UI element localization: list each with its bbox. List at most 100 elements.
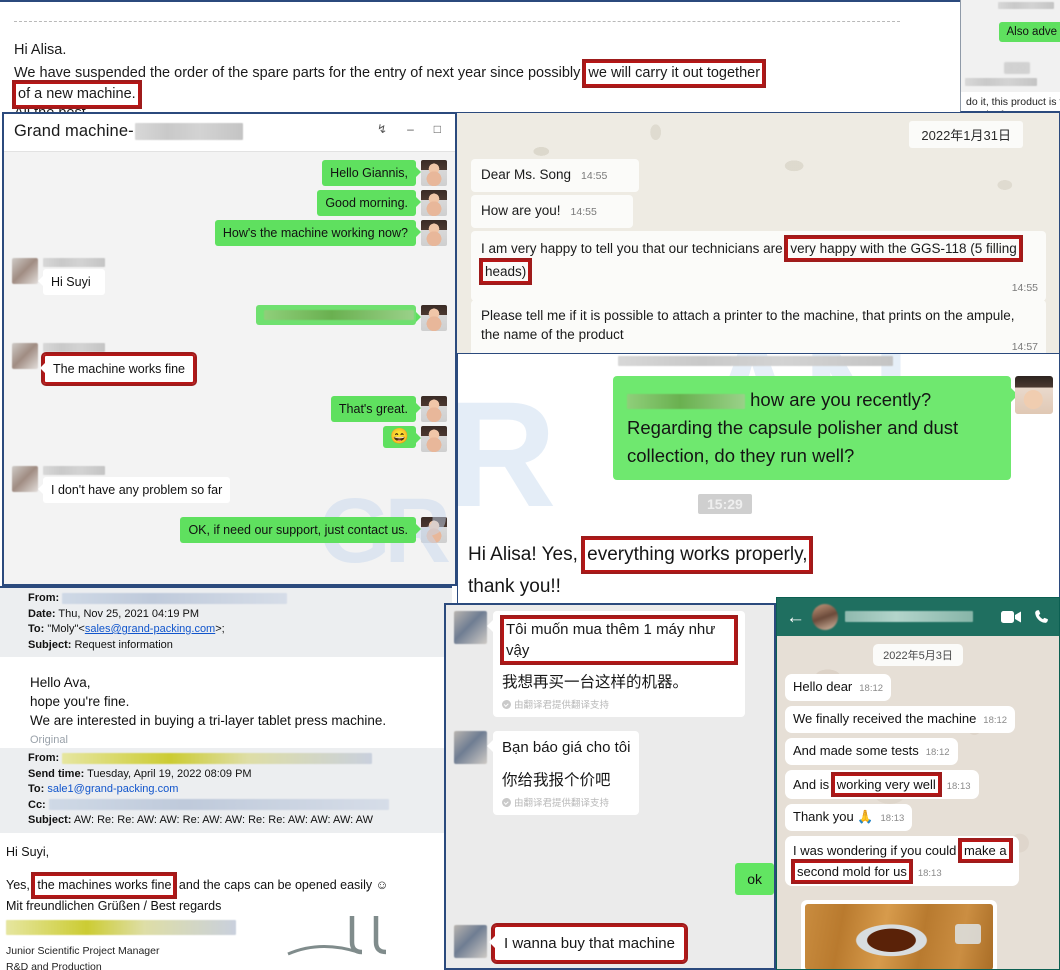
subject-line: Subject: AW: Re: Re: AW: AW: Re: AW: AW:… — [28, 814, 373, 826]
product-photo — [805, 904, 993, 969]
chat-row: I don't have any problem so far — [4, 466, 455, 503]
email-link[interactable]: sales@grand-packing.com — [85, 623, 215, 635]
original-text: I wanna buy that machine — [504, 935, 675, 952]
wa-bubble: Hello dear 18:12 — [785, 674, 892, 701]
chat-bubble-incoming: Hi Suyi — [38, 269, 105, 295]
chat-row — [4, 305, 455, 331]
email-body-1: Hello Ava, hope you're fine. We are inte… — [0, 657, 452, 734]
chat-row: That's great. — [4, 396, 455, 422]
highlight-works-properly: everything works properly, — [581, 536, 814, 574]
highlight-heads: heads) — [478, 258, 533, 285]
translation-row: I wanna buy that machine — [446, 919, 774, 964]
contact-name — [845, 608, 994, 626]
sig-role: Junior Scientific Project Manager — [6, 944, 160, 957]
translation-bubble: Tôi muốn mua thêm 1 máy như vậy 我想再买一台这样… — [487, 611, 745, 717]
redacted-cc-address — [48, 799, 389, 811]
chat-bubble-outgoing: OK, if need our support, just contact us… — [180, 517, 421, 543]
bubble-text-part-a: I am very happy to tell you that our tec… — [481, 241, 787, 256]
avatar — [421, 305, 447, 331]
bubble-text: And made some tests — [793, 743, 919, 758]
avatar — [421, 426, 447, 452]
original-message-marker: Original — [30, 734, 68, 746]
email-header-2: From: Send time: Tuesday, April 19, 2022… — [0, 748, 452, 833]
redacted-signature-name — [6, 919, 236, 935]
redacted-sender-name — [43, 466, 105, 475]
video-camera-icon[interactable] — [1001, 610, 1021, 624]
bubble-time: 18:12 — [925, 747, 950, 758]
chat-row: OK, if need our support, just contact us… — [4, 517, 455, 543]
bubble-time: 14:55 — [570, 206, 597, 218]
body1-line-1: Hello Ava, — [30, 675, 91, 690]
chat-bubble-incoming-highlight: The machine works fine — [39, 352, 198, 386]
sliver-topbar — [961, 0, 1060, 10]
sliver-timestamp: 3:20 — [1004, 62, 1030, 74]
time-separator: 15:29 — [698, 494, 752, 514]
email-divider — [14, 21, 900, 22]
translation-credit: 由翻译君提供翻译支持 — [502, 795, 630, 809]
sig-dept: R&D and Production — [6, 960, 102, 970]
top-email-body: Hi Alisa. We have suspended the order of… — [12, 40, 952, 112]
contact-avatar[interactable] — [812, 604, 838, 630]
sliver-white-bubble: do it, this product is the result of our… — [961, 92, 1060, 111]
bubble-text: Thank you 🙏 — [793, 809, 874, 824]
chat-row: How's the machine working now? — [4, 220, 455, 246]
chat-row: Hello Giannis, — [4, 160, 455, 186]
check-icon — [502, 699, 511, 709]
phone-icon[interactable] — [1034, 609, 1050, 625]
redacted-contact-name — [134, 123, 243, 141]
chat-bubble-outgoing: That's great. — [330, 396, 422, 422]
translated-text: 我想再买一台这样的机器。 — [502, 674, 689, 691]
chat-titlebar: Grand machine- ↯ – □ — [4, 114, 455, 152]
wechat-bubble-incoming: I am very happy to tell you that our tec… — [471, 231, 1046, 301]
highlight-wanna-buy: I wanna buy that machine — [489, 923, 688, 964]
top-email-snippet: Hi Alisa. We have suspended the order of… — [0, 0, 960, 112]
bubble-text: Dear Ms. Song — [481, 167, 572, 182]
email-link[interactable]: sale1@grand-packing.com — [47, 783, 178, 795]
wa-bubble: We finally received the machine 18:12 — [785, 706, 1016, 733]
bubble-text: We finally received the machine — [793, 711, 977, 726]
date-separator: 2022年1月31日 — [909, 121, 1023, 148]
bubble-time: 14:55 — [581, 170, 608, 182]
chat-row: 😄 — [4, 426, 455, 452]
wechat-conversation-top: 2022年1月31日 Dear Ms. Song 14:55 How are yo… — [457, 112, 1060, 354]
back-arrow-icon[interactable]: ← — [786, 608, 805, 627]
from-line: From: — [28, 591, 446, 607]
avatar — [12, 258, 38, 284]
to-line: To: sale1@grand-packing.com — [28, 783, 179, 795]
reply-prefix: Hi Alisa! Yes, — [468, 544, 584, 565]
window-buttons[interactable]: ↯ – □ — [377, 123, 441, 135]
watermark-r: R — [457, 370, 556, 538]
whatsapp-message-list: 2022年5月3日 Hello dear 18:12 We finally rec… — [777, 636, 1059, 969]
wa-bubble: Thank you 🙏 18:13 — [785, 804, 913, 831]
avatar — [454, 925, 487, 958]
redacted-strip — [618, 356, 893, 366]
attached-photo-bubble[interactable] — [801, 900, 997, 969]
chat-bubble-outgoing: How's the machine working now? — [214, 220, 422, 246]
redacted-sender-name — [43, 343, 105, 352]
translation-bubble: Bạn báo giá cho tôi 你给我报个价吧 由翻译君提供翻译支持 — [486, 731, 640, 815]
bubble-time: 14:57 — [1011, 341, 1038, 353]
bubble-time: 18:13 — [880, 813, 905, 824]
wechat-bubble-incoming: How are you! 14:55 — [471, 195, 633, 228]
header-actions[interactable] — [1001, 609, 1050, 625]
translated-text: 你给我报个价吧 — [502, 772, 611, 789]
wechat-bubble-incoming: Please tell me if it is possible to atta… — [471, 300, 1046, 353]
chat-bubble-incoming: I don't have any problem so far — [37, 477, 231, 503]
top-email-line-2: We have suspended the order of the spare… — [14, 59, 952, 88]
whatsapp-conversation: ← 2022年5月3日 Hello dear 18:12 We finally r… — [776, 597, 1060, 970]
chat-bubble-outgoing-redacted — [256, 305, 421, 325]
bubble-time: 18:12 — [983, 715, 1008, 726]
bubble-prefix: I was wondering if you could — [793, 843, 960, 858]
top-email-line-1: Hi Alisa. — [14, 42, 67, 58]
wechat-sliver-panel: Also adve 3:20 do it, this product is th… — [960, 0, 1060, 112]
signature-block: Junior Scientific Project Manager R&D an… — [0, 943, 452, 970]
maximize-icon[interactable]: □ — [434, 123, 441, 135]
minimize-icon[interactable]: – — [407, 123, 414, 135]
redacted-sender-name — [43, 258, 105, 267]
redacted-name — [998, 2, 1054, 9]
pin-icon[interactable]: ↯ — [377, 123, 387, 135]
original-text: Bạn báo giá cho tôi — [502, 739, 631, 756]
wa-bubble: And is working very well 18:13 — [785, 770, 979, 799]
bubble-time: 18:12 — [859, 683, 884, 694]
